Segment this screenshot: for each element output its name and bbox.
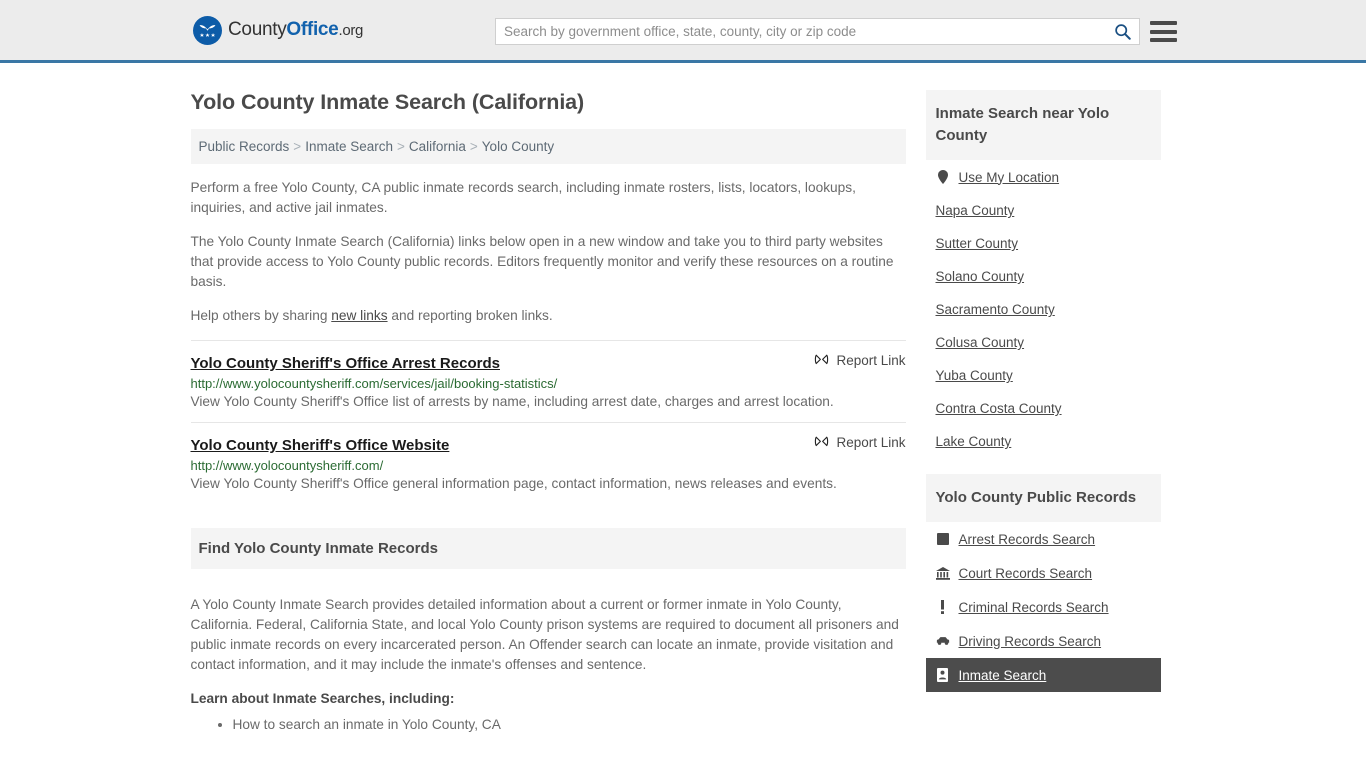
sidebar-records-list: Arrest Records Search Court Records Sear… <box>925 522 1161 692</box>
sidebar-link[interactable]: Yuba County <box>936 368 1013 383</box>
find-section-heading: Find Yolo County Inmate Records <box>190 528 906 569</box>
help-text-after: and reporting broken links. <box>387 308 553 323</box>
logo-text-part1: County <box>228 19 287 40</box>
sidebar-link[interactable]: Inmate Search <box>959 668 1047 683</box>
breadcrumb: Public Records > Inmate Search > California >… <box>190 129 906 164</box>
sidebar-link[interactable]: Driving Records Search <box>959 634 1102 649</box>
sidebar-item-inmate-search[interactable]: Inmate Search <box>925 658 1161 692</box>
sidebar-section-spacer <box>926 458 1161 474</box>
fingerprint-icon <box>936 531 950 547</box>
search-button[interactable] <box>1105 19 1139 44</box>
sidebar-item-contra-costa-county[interactable]: Contra Costa County <box>926 392 1161 425</box>
page-container: Yolo County Inmate Search (California) P… <box>0 63 1366 736</box>
report-link-label: Report Link <box>836 353 906 368</box>
location-pin-icon <box>936 169 950 185</box>
sidebar-item-use-my-location[interactable]: Use My Location <box>926 160 1161 194</box>
search-input[interactable] <box>496 19 1105 44</box>
result-description: View Yolo County Sheriff's Office genera… <box>190 476 837 491</box>
hamburger-bar <box>1150 38 1177 42</box>
intro-paragraph-2: The Yolo County Inmate Search (Californi… <box>190 234 894 289</box>
list-item[interactable]: How to search an inmate in Yolo County, … <box>233 714 906 736</box>
site-logo[interactable]: CountyOffice.org <box>193 15 363 45</box>
sidebar-link[interactable]: Contra Costa County <box>936 401 1062 416</box>
broken-link-icon <box>815 354 829 365</box>
sidebar-link[interactable]: Court Records Search <box>959 566 1093 581</box>
sidebar-records-heading: Yolo County Public Records <box>925 474 1161 522</box>
help-text-before: Help others by sharing <box>190 308 332 323</box>
result-item: Yolo County Sheriff's Office Arrest Reco… <box>190 340 906 422</box>
sidebar-item-driving-records-search[interactable]: Driving Records Search <box>926 624 1161 658</box>
breadcrumb-item-public-records[interactable]: Public Records <box>199 139 290 154</box>
breadcrumb-separator: > <box>469 139 478 154</box>
new-links-link[interactable]: new links <box>331 308 387 323</box>
breadcrumb-item-inmate-search[interactable]: Inmate Search <box>305 139 393 154</box>
sidebar-link[interactable]: Criminal Records Search <box>959 600 1109 615</box>
result-item: Yolo County Sheriff's Office Website Rep… <box>190 422 906 504</box>
eagle-shield-stars-icon <box>193 15 222 45</box>
sidebar-link[interactable]: Sutter County <box>936 236 1019 251</box>
page-title: Yolo County Inmate Search (California) <box>190 90 585 114</box>
sidebar-item-colusa-county[interactable]: Colusa County <box>926 326 1161 359</box>
main-content: Yolo County Inmate Search (California) P… <box>190 63 906 736</box>
sidebar-near-heading: Inmate Search near Yolo County <box>925 90 1161 160</box>
site-header: CountyOffice.org <box>0 0 1366 63</box>
learn-about-heading: Learn about Inmate Searches, including: <box>190 691 455 707</box>
report-link-button[interactable]: Report Link <box>814 353 906 368</box>
hamburger-menu-icon[interactable] <box>1150 21 1177 42</box>
result-url: http://www.yolocountysheriff.com/service… <box>190 376 558 391</box>
intro-paragraph-1: Perform a free Yolo County, CA public in… <box>190 180 856 215</box>
sidebar-item-solano-county[interactable]: Solano County <box>926 260 1161 293</box>
sidebar-item-arrest-records-search[interactable]: Arrest Records Search <box>926 522 1161 556</box>
report-link-label: Report Link <box>836 435 906 450</box>
result-description: View Yolo County Sheriff's Office list o… <box>190 394 834 409</box>
sidebar-item-sutter-county[interactable]: Sutter County <box>926 227 1161 260</box>
sidebar-item-court-records-search[interactable]: Court Records Search <box>926 556 1161 590</box>
exclamation-icon <box>936 599 950 615</box>
breadcrumb-item-yolo-county[interactable]: Yolo County <box>482 139 554 154</box>
sidebar-link[interactable]: Use My Location <box>959 170 1060 185</box>
help-paragraph: Help others by sharing new links and rep… <box>191 306 906 326</box>
sidebar-link[interactable]: Sacramento County <box>936 302 1055 317</box>
search-bar <box>495 18 1140 45</box>
site-logo-text: CountyOffice.org <box>228 19 363 41</box>
find-section-paragraph: A Yolo County Inmate Search provides det… <box>190 597 899 673</box>
find-section-body: A Yolo County Inmate Search provides det… <box>191 581 906 736</box>
car-icon <box>936 633 950 649</box>
logo-text-part3: .org <box>338 22 364 39</box>
logo-text-part2: Office <box>286 19 339 40</box>
sidebar: Inmate Search near Yolo County Use My Lo… <box>925 63 1161 736</box>
sidebar-item-lake-county[interactable]: Lake County <box>926 425 1161 458</box>
sidebar-item-criminal-records-search[interactable]: Criminal Records Search <box>926 590 1161 624</box>
report-link-button[interactable]: Report Link <box>814 435 906 450</box>
sidebar-top-spacer <box>926 63 1161 90</box>
hamburger-bar <box>1150 29 1177 34</box>
sidebar-item-yuba-county[interactable]: Yuba County <box>926 359 1161 392</box>
sidebar-link[interactable]: Colusa County <box>936 335 1025 350</box>
id-card-icon <box>936 667 950 683</box>
broken-link-icon <box>815 436 829 447</box>
search-icon <box>1114 24 1131 40</box>
sidebar-item-napa-county[interactable]: Napa County <box>926 194 1161 227</box>
sidebar-link[interactable]: Napa County <box>936 203 1015 218</box>
sidebar-item-sacramento-county[interactable]: Sacramento County <box>926 293 1161 326</box>
sidebar-near-list: Use My Location Napa County Sutter Count… <box>926 160 1161 458</box>
learn-about-list: How to search an inmate in Yolo County, … <box>191 714 906 736</box>
result-title-link[interactable]: Yolo County Sheriff's Office Website <box>191 437 450 454</box>
hamburger-bar <box>1150 21 1177 25</box>
sidebar-link[interactable]: Solano County <box>936 269 1025 284</box>
sidebar-link[interactable]: Lake County <box>936 434 1012 449</box>
result-title-link[interactable]: Yolo County Sheriff's Office Arrest Reco… <box>191 355 500 372</box>
breadcrumb-separator: > <box>396 139 405 154</box>
courthouse-icon <box>935 565 950 581</box>
breadcrumb-item-california[interactable]: California <box>409 139 466 154</box>
result-url: http://www.yolocountysheriff.com/ <box>190 458 384 473</box>
breadcrumb-separator: > <box>293 139 302 154</box>
sidebar-link[interactable]: Arrest Records Search <box>959 532 1096 547</box>
